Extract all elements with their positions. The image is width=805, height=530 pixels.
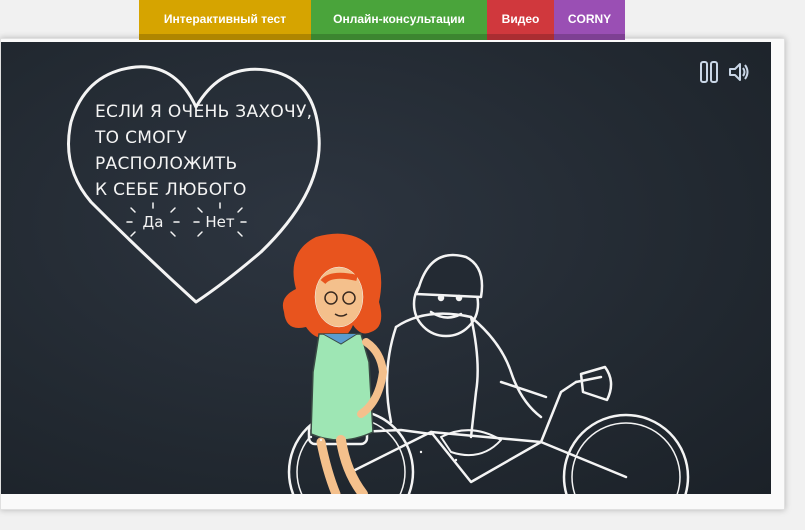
tab-corny[interactable]: CORNY — [554, 0, 625, 40]
tab-video[interactable]: Видео — [487, 0, 554, 40]
tab-interactive-test[interactable]: Интерактивный тест — [139, 0, 311, 40]
question-line-2: то смогу расположить — [95, 128, 238, 174]
answer-no-button[interactable]: Нет — [193, 202, 247, 237]
media-controls — [698, 60, 750, 84]
chalkboard-frame: Если я очень захочу, то смогу расположит… — [0, 38, 785, 510]
answer-yes-button[interactable]: Да — [126, 202, 180, 237]
tab-online-consultations[interactable]: Онлайн-консультации — [311, 0, 487, 40]
question-line-1: Если я очень захочу, — [95, 102, 313, 122]
speaker-icon[interactable] — [728, 60, 750, 84]
top-nav: Интерактивный тест Онлайн-консультации В… — [139, 0, 625, 40]
chalkboard: Если я очень захочу, то смогу расположит… — [1, 42, 771, 494]
pause-icon[interactable] — [698, 60, 720, 84]
answer-no-label: Нет — [205, 213, 235, 231]
question-text: Если я очень захочу, то смогу расположит… — [95, 99, 315, 203]
answer-yes-label: Да — [142, 213, 164, 231]
question-line-3: к себе любого — [95, 180, 247, 200]
